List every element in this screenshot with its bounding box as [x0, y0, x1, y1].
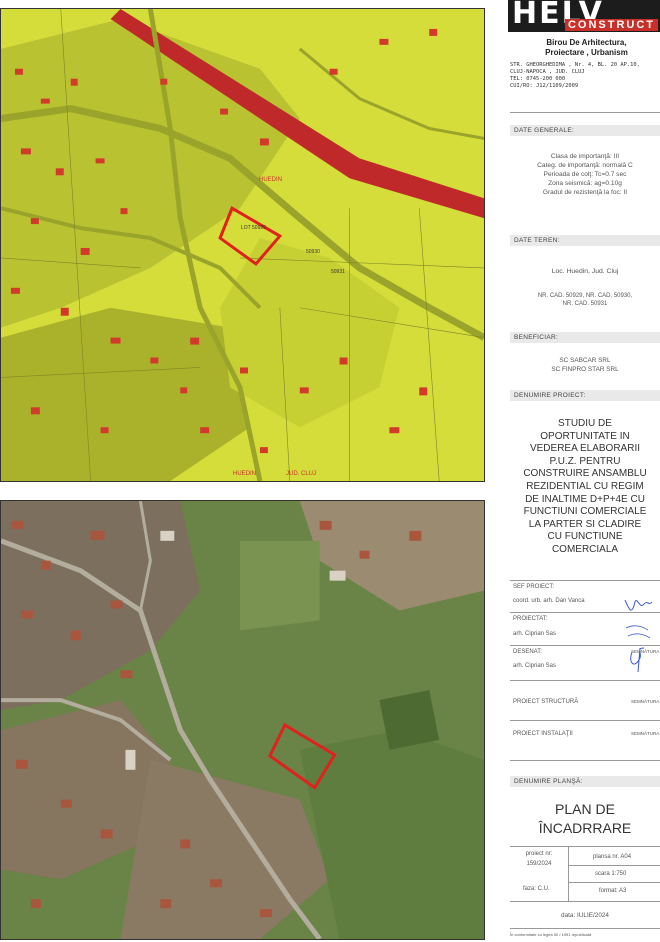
teren-cadastral: NR. CAD. 50929, NR. CAD. 50930, NR. CAD.…: [510, 292, 660, 308]
signature-image: [624, 599, 653, 673]
project-title-line: P.U.Z. PENTRU: [549, 455, 621, 467]
divider: [568, 846, 569, 901]
divider: [510, 580, 660, 581]
desenat-name: arh. Ciprian Sas: [513, 663, 557, 669]
date-generale-line: Clasa de importanţă: III: [550, 153, 620, 160]
project-title-line: FUNCTIUNI COMERCIALE: [523, 506, 647, 518]
divider: [510, 846, 660, 847]
project-title-line: STUDIU DE: [558, 418, 612, 429]
divider: [510, 928, 660, 929]
cad-map-label: LOT 50929: [241, 225, 266, 231]
proiect-nr-label: proiect nr:: [525, 851, 553, 857]
divider: [510, 112, 660, 113]
cad-map-label: JUD. CLUJ: [286, 471, 317, 477]
divider: [568, 882, 660, 883]
teren-cad-line: NR. CAD. 50931: [562, 301, 608, 307]
project-title-line: DE INALTIME D+P+4E CU: [525, 493, 645, 505]
section-header-beneficiar: BENEFICIAR:: [510, 332, 660, 343]
project-title-line: CU FUNCTIUNE: [547, 531, 623, 543]
drawing-title-line: PLAN DE: [555, 801, 615, 817]
firm-line-1: Birou De Arhitectura,: [546, 38, 627, 47]
divider: [568, 865, 660, 866]
date-generale-line: Zona seismică: ag=0.10g: [548, 180, 622, 187]
drawing-date: data: IULIE/2024: [561, 912, 609, 919]
cad-map-label: HUEDIN: [259, 177, 283, 183]
cadastral-map-drawing: [1, 9, 484, 481]
project-title-line: COMERCIALA: [551, 543, 619, 555]
project-title-line: LA PARTER SI CLADIRE: [528, 518, 642, 530]
plansa-nr: plansa nr. A04: [593, 854, 632, 860]
cadastral-map: HUEDIN LOT 50929 50930 50931 HUEDIN JUD.…: [0, 8, 485, 482]
date-generale-block: Clasa de importanţă: III Categ. de impor…: [510, 152, 660, 197]
divider: [510, 720, 660, 721]
drawing-title: PLAN DE ÎNCADRRARE: [510, 800, 660, 838]
beneficiar-block: SC SABCAR SRL SC FINPRO STAR SRL: [510, 356, 660, 374]
divider: [510, 901, 660, 902]
scale: scara 1:750: [595, 871, 627, 877]
format: format: A3: [599, 888, 627, 894]
logo-subtitle: CONSTRUCT: [564, 19, 658, 31]
structura-label: PROIECT STRUCTURĂ: [513, 699, 579, 705]
firm-name: Birou De Arhitectura, Proiectare , Urban…: [513, 38, 660, 58]
firm-address: STR. GHEORGHEDIMA , Nr. 4, BL. 20 AP.10,…: [510, 62, 640, 89]
satellite-map-drawing: [1, 501, 484, 939]
satellite-map: [0, 500, 485, 940]
sef-proiect-label: SEF PROIECT:: [513, 584, 555, 590]
semnatura-label: SEMNĂTURA: [631, 699, 660, 704]
cad-map-label: 50931: [331, 269, 345, 275]
company-logo: HELV CONSTRUCT: [508, 0, 660, 32]
phase: faza: C.U.: [523, 886, 550, 892]
date-generale-line: Perioada de colţ: Tc=0.7 sec: [543, 171, 627, 178]
beneficiar-name: SC SABCAR SRL: [559, 357, 611, 364]
semnatura-label: SEMNĂTURA: [631, 731, 660, 736]
project-title-line: CONSTRUIRE ANSAMBLU: [523, 468, 647, 480]
project-title-line: VEDEREA ELABORARII: [529, 443, 641, 455]
divider: [510, 680, 660, 681]
divider: [510, 760, 660, 761]
title-block: HELV CONSTRUCT Birou De Arhitectura, Pro…: [505, 0, 660, 942]
proiectat-label: PROIECTAT:: [513, 616, 548, 622]
sef-proiect-name: coord. urb. arh. Dan Vanca: [513, 598, 585, 604]
firm-line-2: Proiectare , Urbanism: [545, 48, 628, 57]
drawing-title-line: ÎNCADRRARE: [538, 820, 632, 836]
teren-locality: Loc. Huedin, Jud. Cluj: [551, 268, 619, 275]
cad-map-label: HUEDIN: [233, 471, 257, 477]
instalatii-label: PROIECT INSTALAŢII: [513, 731, 573, 737]
section-header-date-teren: DATE TEREN:: [510, 235, 660, 246]
date-generale-line: Categ. de importanţă: normală C: [537, 162, 633, 169]
section-header-date-generale: DATE GENERALE:: [510, 125, 660, 136]
project-title-block: STUDIU DE OPORTUNITATE IN VEDEREA ELABOR…: [510, 418, 660, 557]
proiect-nr-value: 159/2024: [526, 861, 552, 867]
desenat-label: DESENAT:: [513, 649, 542, 655]
date-generale-line: Gradul de rezistenţă la foc: II: [542, 189, 628, 196]
project-title-line: OPORTUNITATE IN: [540, 430, 630, 442]
teren-cad-line: NR. CAD. 50929, NR. CAD. 50930,: [537, 293, 633, 299]
beneficiar-name: SC FINPRO STAR SRL: [551, 366, 619, 373]
legal-footer: În conformitate cu legea 50 / 1991 repub…: [510, 932, 592, 937]
section-header-denumire-plansa: DENUMIRE PLANŞĂ:: [510, 776, 660, 787]
project-title-line: REZIDENTIAL CU REGIM: [526, 480, 644, 492]
section-header-denumire-proiect: DENUMIRE PROIECT:: [510, 390, 660, 401]
proiectat-name: arh. Ciprian Sas: [513, 631, 557, 637]
cad-map-label: 50930: [306, 249, 320, 255]
